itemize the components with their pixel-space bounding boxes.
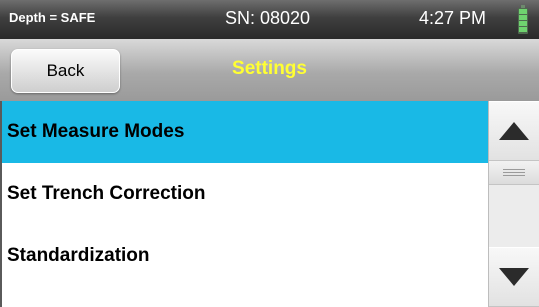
list-item-set-trench-correction[interactable]: Set Trench Correction	[2, 163, 488, 225]
scroll-down-button[interactable]	[489, 247, 539, 307]
header-bar: Back Settings	[0, 39, 539, 140]
battery-icon	[518, 5, 528, 34]
serial-number: SN: 08020	[225, 8, 311, 28]
list-item-standardization[interactable]: Standardization	[2, 225, 488, 287]
scroll-up-button[interactable]	[489, 101, 539, 161]
page-title: Settings	[232, 58, 307, 79]
depth-status: Depth = SAFE	[9, 10, 96, 25]
list-item-set-measure-modes[interactable]: Set Measure Modes	[2, 101, 488, 163]
status-bar: Depth = SAFE SN: 08020 4:27 PM	[0, 0, 539, 39]
clock: 4:27 PM	[419, 8, 487, 28]
triangle-down-icon	[499, 268, 529, 286]
scrollbar[interactable]	[488, 101, 539, 307]
settings-list: Set Measure Modes Set Trench Correction …	[0, 101, 488, 307]
scroll-thumb[interactable]	[489, 161, 539, 185]
triangle-up-icon	[499, 122, 529, 140]
scroll-track[interactable]	[489, 185, 539, 247]
